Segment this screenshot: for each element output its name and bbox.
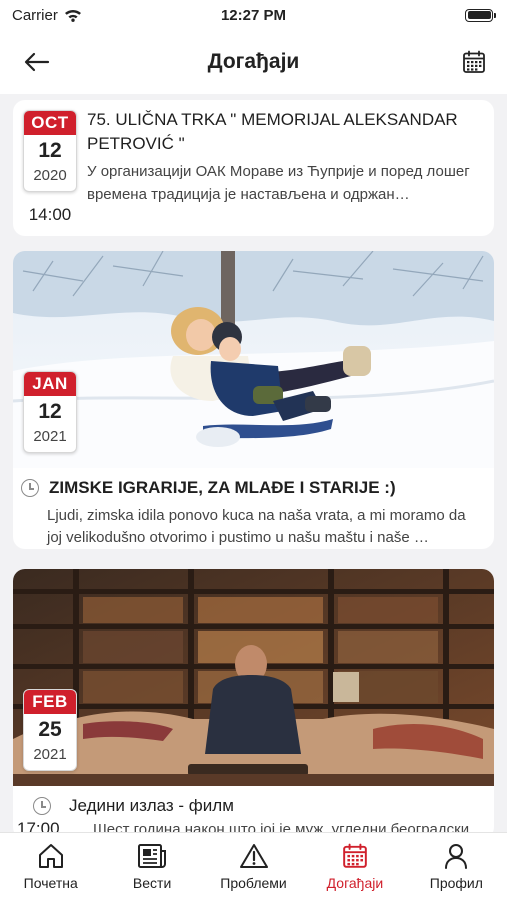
back-arrow-icon (24, 52, 50, 72)
date-month: OCT (24, 111, 76, 135)
event-title-row: Једини излаз - филм (13, 792, 494, 820)
date-year: 2021 (33, 428, 67, 445)
tab-label: Почетна (23, 875, 78, 891)
event-time: 17:00 (17, 819, 60, 832)
tab-label: Профил (429, 875, 483, 891)
carrier-info: Carrier (12, 7, 82, 24)
event-card[interactable]: FEB 25 2021 Једини излаз - филм 17:00 Ше… (13, 569, 494, 832)
event-title: Једини излаз - филм (69, 796, 234, 815)
date-day: 12 (38, 400, 62, 423)
back-button[interactable] (20, 45, 54, 79)
date-month: FEB (24, 690, 76, 714)
tab-bar: Почетна Вести Проблеми Догађаји Профил (0, 832, 507, 900)
date-year: 2021 (33, 746, 67, 763)
tab-events[interactable]: Догађаји (304, 833, 405, 900)
event-image (13, 251, 494, 468)
event-description: Шест година након што јој је муж, угледн… (93, 821, 470, 832)
home-icon (38, 844, 63, 868)
wifi-icon (64, 9, 81, 22)
tab-news[interactable]: Вести (101, 833, 202, 900)
tab-profile[interactable]: Профил (406, 833, 507, 900)
event-image (13, 569, 494, 786)
event-card[interactable]: OCT 12 2020 14:00 75. ULIČNA TRKA " MEMO… (13, 100, 494, 236)
winter-sledding-illustration (13, 251, 494, 468)
calendar-icon (343, 843, 367, 868)
warning-icon (239, 844, 268, 868)
event-description: Ljudi, zimska idila ponovo kuca na naša … (47, 507, 466, 546)
tab-problems[interactable]: Проблеми (203, 833, 304, 900)
date-day: 12 (38, 139, 62, 162)
tab-home[interactable]: Почетна (0, 833, 101, 900)
event-time: 14:00 (28, 205, 72, 224)
user-icon (445, 844, 468, 869)
event-description: У организацији ОАК Мораве из Ћуприје и п… (87, 163, 470, 203)
date-month: JAN (24, 372, 76, 396)
library-room-illustration (13, 569, 494, 786)
event-title: ZIMSKE IGRARIJE, ZA MLAĐE I STARIJE :) (49, 478, 396, 497)
status-bar: Carrier 12:27 PM (0, 0, 507, 30)
battery-icon (465, 8, 496, 22)
clock-icon (21, 479, 39, 497)
newspaper-icon (138, 844, 167, 868)
tab-label: Вести (132, 875, 172, 891)
carrier-label: Carrier (12, 6, 58, 24)
clock-icon (33, 797, 51, 815)
event-title: 75. ULIČNA TRKA " MEMORIJAL ALEKSANDAR P… (87, 110, 458, 153)
date-badge: FEB 25 2021 (23, 689, 77, 771)
calendar-button[interactable] (457, 45, 491, 79)
events-list[interactable]: OCT 12 2020 14:00 75. ULIČNA TRKA " MEMO… (0, 94, 507, 832)
date-badge: OCT 12 2020 (23, 110, 77, 192)
event-card[interactable]: JAN 12 2021 ZIMSKE IGRARIJE, ZA MLAĐE I … (13, 251, 494, 549)
navigation-bar: Догађаји (0, 30, 507, 94)
page-title: Догађаји (207, 50, 300, 73)
tab-label: Догађаји (326, 875, 384, 891)
calendar-icon (463, 50, 485, 73)
event-title-row: ZIMSKE IGRARIJE, ZA MLAĐE I STARIJE :) (13, 474, 494, 502)
date-year: 2020 (33, 167, 67, 184)
tab-label: Проблеми (220, 875, 287, 891)
date-badge: JAN 12 2021 (23, 371, 77, 453)
date-day: 25 (38, 718, 62, 741)
